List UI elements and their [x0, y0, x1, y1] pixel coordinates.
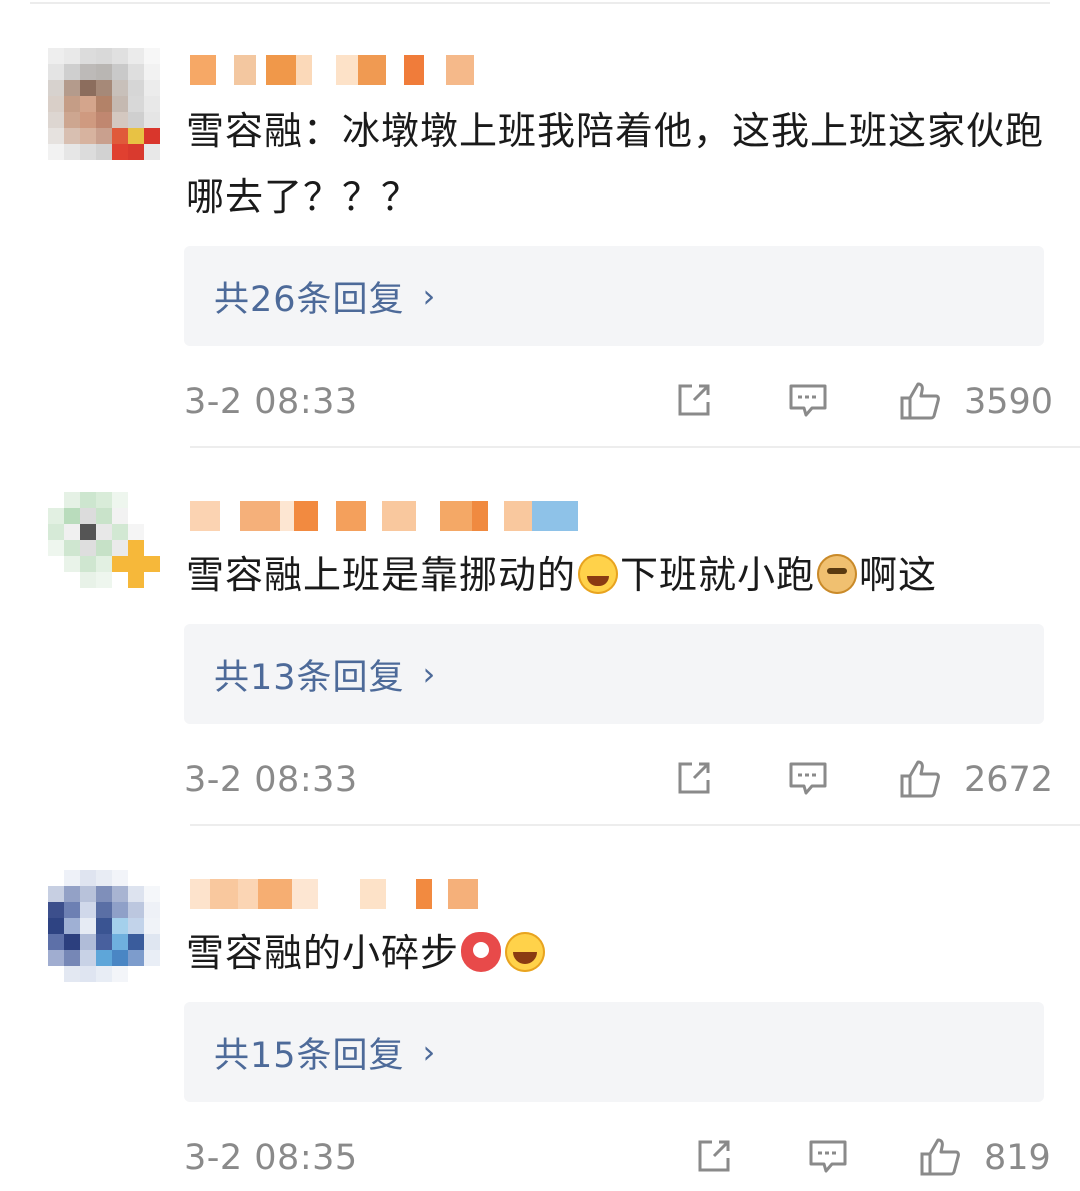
comment-text-part: 啊这: [859, 553, 938, 597]
chevron-right-icon: ›: [422, 277, 436, 315]
replies-count-label: 共15条回复: [214, 1035, 405, 1076]
top-divider: [30, 2, 1050, 4]
like-icon[interactable]: [918, 1134, 962, 1178]
timestamp: 3-2 08:33: [184, 760, 358, 800]
chevron-right-icon: ›: [422, 1033, 436, 1071]
comment-divider: [190, 446, 1080, 448]
share-icon[interactable]: [692, 1134, 736, 1178]
like-count: 819: [984, 1138, 1051, 1178]
like-count: 3590: [964, 382, 1054, 422]
doge-icon: [817, 554, 858, 594]
chevron-right-icon: ›: [422, 655, 436, 693]
share-icon[interactable]: [672, 756, 716, 800]
comment-meta: 3-2 08:33 3590: [184, 378, 1053, 428]
comment-meta: 3-2 08:33 2672: [184, 756, 1053, 806]
comment-text: 雪容融上班是靠挪动的 下班就小跑 啊这: [186, 542, 1046, 608]
comment-divider: [190, 824, 1080, 826]
view-replies-button[interactable]: 共26条回复 ›: [184, 246, 1044, 346]
avatar[interactable]: [48, 870, 160, 982]
avatar[interactable]: [48, 48, 160, 160]
view-replies-button[interactable]: 共15条回复 ›: [184, 1002, 1044, 1102]
comment-text-part: 下班就小跑: [620, 553, 816, 597]
username-blurred[interactable]: [190, 48, 474, 92]
timestamp: 3-2 08:33: [184, 382, 358, 422]
share-icon[interactable]: [672, 378, 716, 422]
avatar[interactable]: [48, 492, 160, 604]
comment-icon[interactable]: [806, 1134, 850, 1178]
view-replies-button[interactable]: 共13条回复 ›: [184, 624, 1044, 724]
username-blurred[interactable]: [190, 872, 478, 916]
comment-text: 雪容融的小碎步: [186, 920, 1046, 986]
like-count: 2672: [964, 760, 1054, 800]
like-icon[interactable]: [898, 756, 942, 800]
comment-icon[interactable]: [786, 378, 830, 422]
replies-count-label: 共13条回复: [214, 657, 405, 698]
fortune-icon: [461, 932, 502, 972]
comment-text-part: 雪容融的小碎步: [186, 931, 460, 975]
like-icon[interactable]: [898, 378, 942, 422]
laugh-icon: [505, 932, 546, 972]
comment-text: 雪容融：冰墩墩上班我陪着他，这我上班这家伙跑哪去了？？？: [186, 109, 1045, 219]
comment-list: 雪容融：冰墩墩上班我陪着他，这我上班这家伙跑哪去了？？？ 共26条回复 › 3-…: [0, 0, 1080, 1191]
comment-text-part: 雪容融上班是靠挪动的: [186, 553, 577, 597]
laugh-cry-icon: [578, 554, 619, 594]
timestamp: 3-2 08:35: [184, 1138, 358, 1178]
comment-icon[interactable]: [786, 756, 830, 800]
username-blurred[interactable]: [190, 494, 578, 538]
replies-count-label: 共26条回复: [214, 279, 405, 320]
comment-meta: 3-2 08:35 819: [184, 1134, 1051, 1184]
